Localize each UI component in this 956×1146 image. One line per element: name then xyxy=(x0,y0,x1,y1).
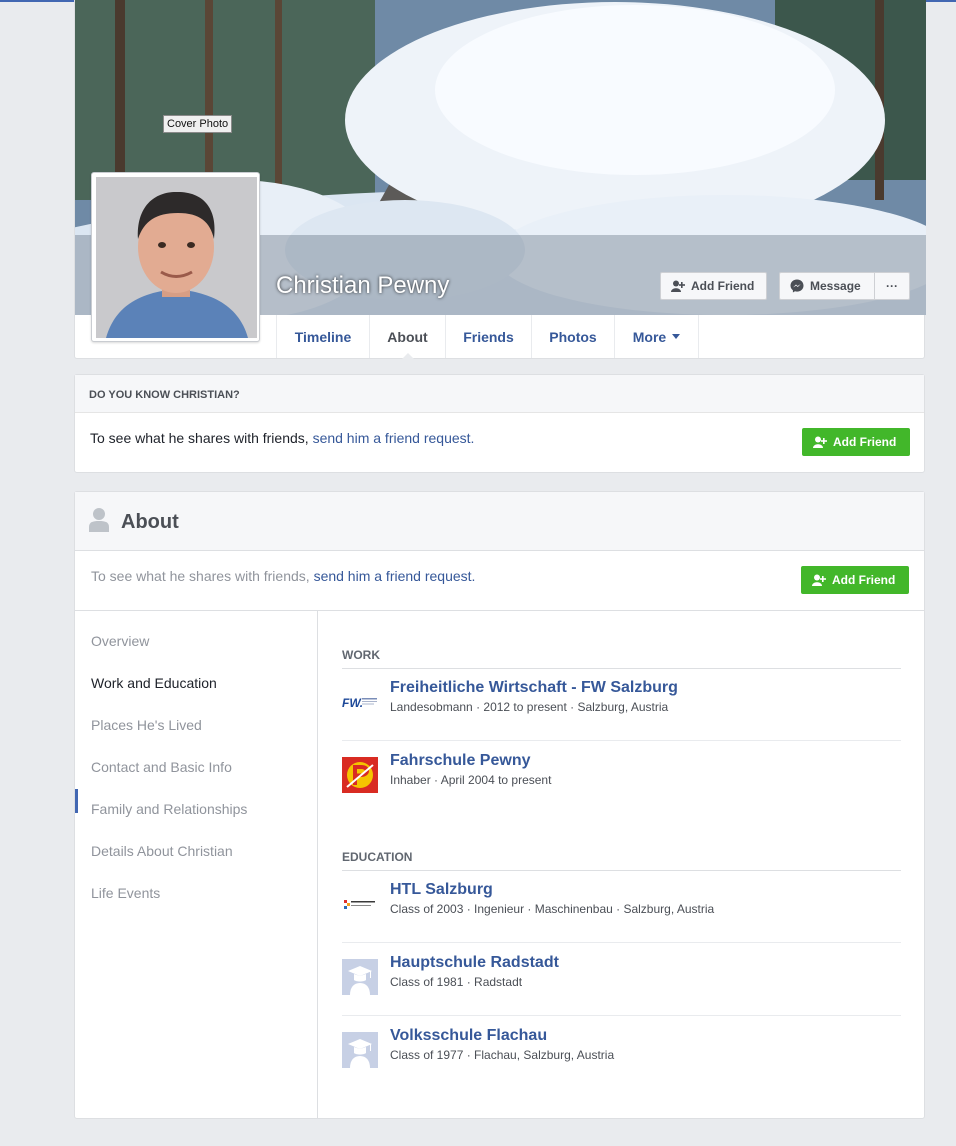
education-name[interactable]: Volksschule Flachau xyxy=(390,1027,547,1045)
about-add-friend-button[interactable]: Add Friend xyxy=(801,566,909,594)
htl-logo[interactable] xyxy=(342,886,378,922)
sidebar-item-details[interactable]: Details About Christian xyxy=(91,843,233,859)
education-name[interactable]: HTL Salzburg xyxy=(390,881,493,899)
work-name[interactable]: Fahrschule Pewny xyxy=(390,752,531,770)
add-friend-label: Add Friend xyxy=(832,573,896,587)
education-name[interactable]: Hauptschule Radstadt xyxy=(390,954,559,972)
sidebar-item-family[interactable]: Family and Relationships xyxy=(91,801,247,817)
education-meta: Class of 1981 · Radstadt xyxy=(390,975,523,989)
add-friend-button[interactable]: Add Friend xyxy=(660,272,767,300)
know-christian-box: DO YOU KNOW CHRISTIAN? To see what he sh… xyxy=(74,374,925,473)
profile-picture[interactable] xyxy=(91,172,260,342)
sidebar-item-work-education[interactable]: Work and Education xyxy=(91,675,217,691)
work-name[interactable]: Freiheitliche Wirtschaft - FW Salzburg xyxy=(390,679,678,697)
add-friend-icon xyxy=(813,436,827,448)
work-meta: Landesobmann · 2012 to present · Salzbur… xyxy=(390,700,669,714)
know-box-heading: DO YOU KNOW CHRISTIAN? xyxy=(75,375,924,413)
about-sub-text: To see what he shares with friends, send… xyxy=(91,568,476,584)
person-icon xyxy=(89,508,109,537)
tab-more[interactable]: More xyxy=(615,315,699,358)
about-sidebar: Overview Work and Education Places He's … xyxy=(75,611,318,1118)
add-friend-label: Add Friend xyxy=(691,279,755,293)
sidebar-item-places-lived[interactable]: Places He's Lived xyxy=(91,717,202,733)
tab-photos[interactable]: Photos xyxy=(532,315,615,358)
list-item: HTL Salzburg Class of 2003 · Ingenieur ·… xyxy=(342,870,901,943)
education-meta: Class of 1977 · Flachau, Salzburg, Austr… xyxy=(390,1048,615,1062)
add-friend-label: Add Friend xyxy=(833,435,897,449)
svg-text:FW.: FW. xyxy=(342,696,363,710)
profile-name: Christian Pewny xyxy=(276,272,450,299)
education-meta: Class of 2003 · Ingenieur · Maschinenbau… xyxy=(390,902,715,916)
work-heading: WORK xyxy=(342,648,901,669)
work-meta: Inhaber · April 2004 to present xyxy=(390,773,552,787)
add-friend-icon xyxy=(671,280,685,292)
tab-friends[interactable]: Friends xyxy=(446,315,532,358)
fw-logo[interactable]: FW. xyxy=(342,684,378,720)
active-indicator xyxy=(75,789,78,813)
sidebar-item-overview[interactable]: Overview xyxy=(91,633,149,649)
know-box-text: To see what he shares with friends, send… xyxy=(90,430,475,446)
more-options-button[interactable]: ··· xyxy=(874,272,910,300)
about-friend-request-bar: To see what he shares with friends, send… xyxy=(75,551,924,611)
list-item: Fahrschule Pewny Inhaber · April 2004 to… xyxy=(342,741,901,814)
profile-picture-image xyxy=(96,177,257,338)
profile-header: Cover Photo Christian Pewny Add Friend M… xyxy=(74,0,926,359)
more-dots-icon: ··· xyxy=(886,279,898,293)
list-item: FW. Freiheitliche Wirtschaft - FW Salzbu… xyxy=(342,668,901,741)
sidebar-item-contact-info[interactable]: Contact and Basic Info xyxy=(91,759,232,775)
friend-request-link[interactable]: send him a friend request. xyxy=(313,430,475,446)
messenger-icon xyxy=(790,279,804,293)
message-label: Message xyxy=(810,279,861,293)
tab-timeline[interactable]: Timeline xyxy=(277,315,370,358)
cover-photo-tooltip: Cover Photo xyxy=(163,115,233,133)
add-friend-icon xyxy=(812,574,826,586)
fahrschule-logo[interactable] xyxy=(342,757,378,793)
chevron-down-icon xyxy=(672,334,681,339)
message-button[interactable]: Message xyxy=(779,272,875,300)
about-box: About To see what he shares with friends… xyxy=(74,491,925,1119)
graduation-cap-icon[interactable] xyxy=(342,959,378,995)
list-item: Hauptschule Radstadt Class of 1981 · Rad… xyxy=(342,943,901,1016)
graduation-cap-icon[interactable] xyxy=(342,1032,378,1068)
education-heading: EDUCATION xyxy=(342,850,901,871)
tab-about[interactable]: About xyxy=(370,315,446,359)
profile-tabs: Timeline About Friends Photos More xyxy=(276,315,699,359)
friend-request-link[interactable]: send him a friend request. xyxy=(314,568,476,584)
about-header: About xyxy=(75,492,924,551)
about-title: About xyxy=(121,511,179,533)
add-friend-green-button[interactable]: Add Friend xyxy=(802,428,910,456)
list-item: Volksschule Flachau Class of 1977 · Flac… xyxy=(342,1016,901,1089)
sidebar-item-life-events[interactable]: Life Events xyxy=(91,885,160,901)
